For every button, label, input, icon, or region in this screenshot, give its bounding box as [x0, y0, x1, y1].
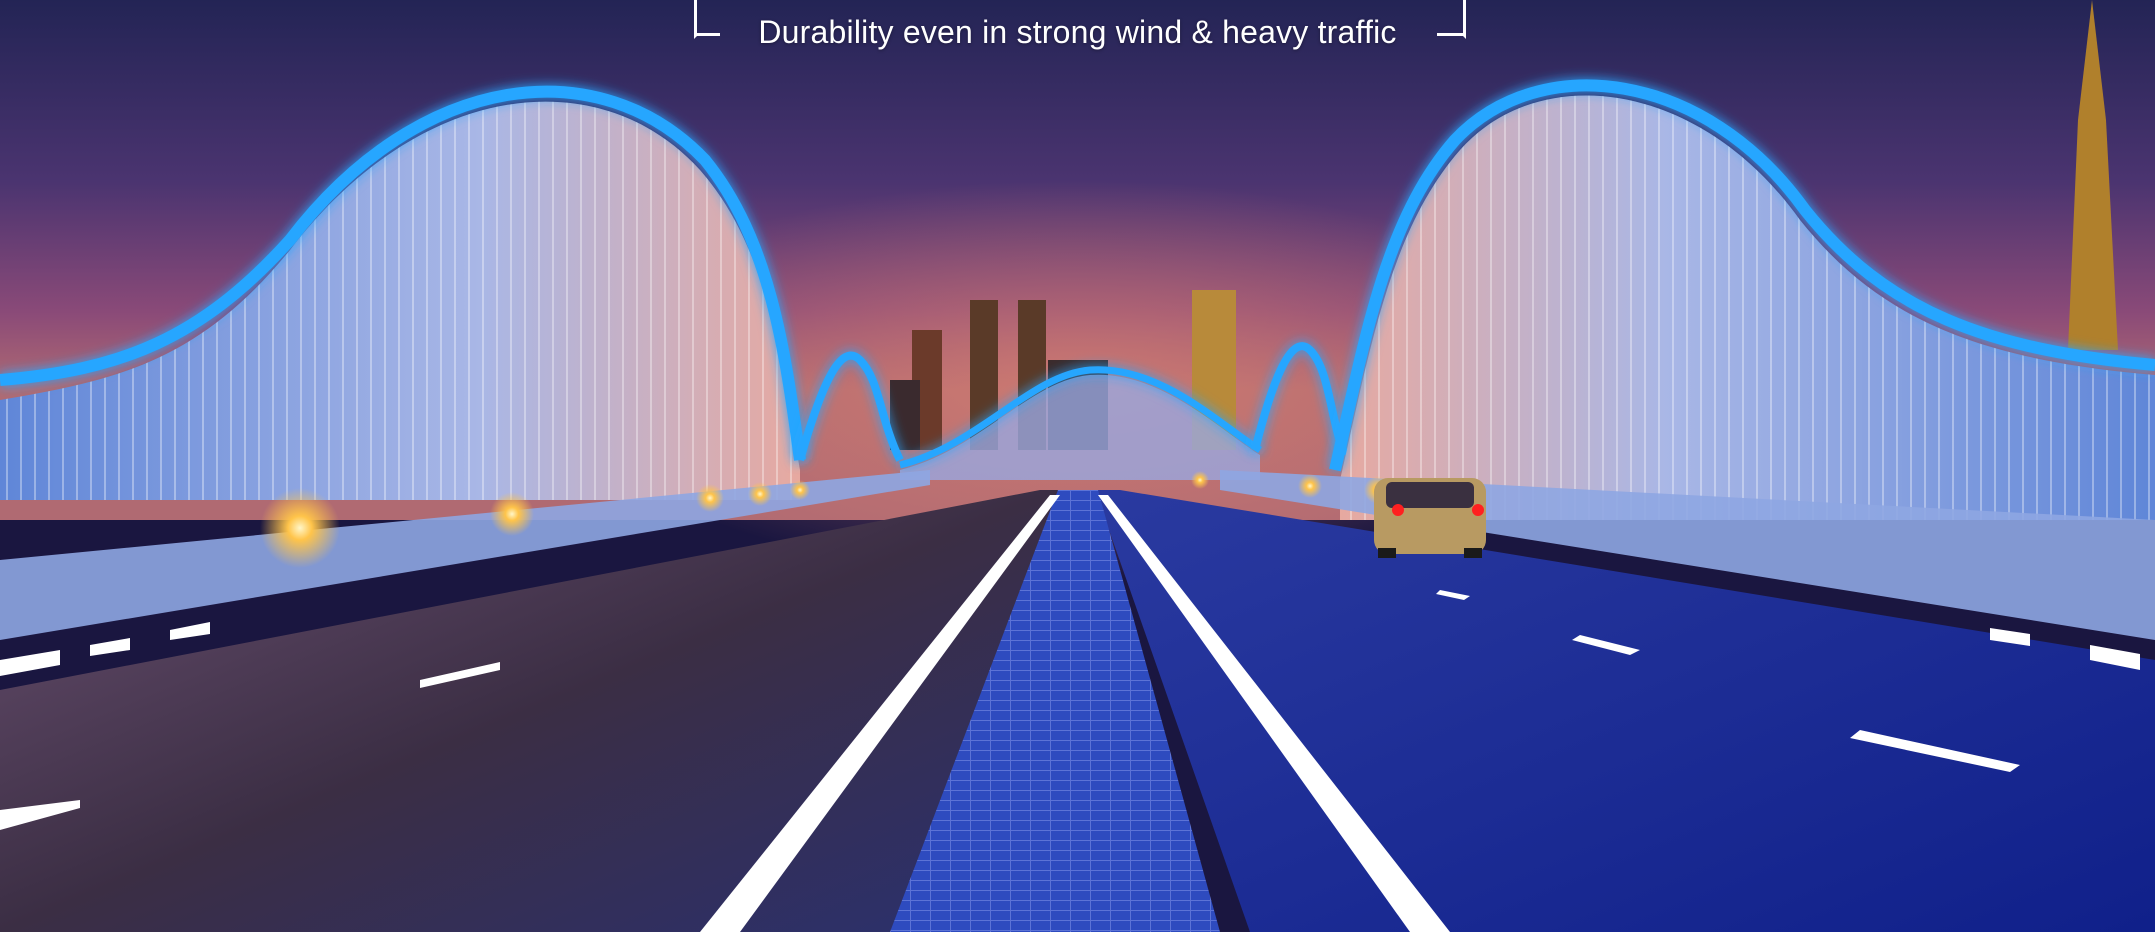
- caption-block: Durability even in strong wind & heavy t…: [0, 0, 2155, 60]
- caption-subtitle: Durability even in strong wind & heavy t…: [758, 14, 1397, 50]
- car: [1374, 478, 1486, 558]
- bridge-photo: [0, 0, 2155, 932]
